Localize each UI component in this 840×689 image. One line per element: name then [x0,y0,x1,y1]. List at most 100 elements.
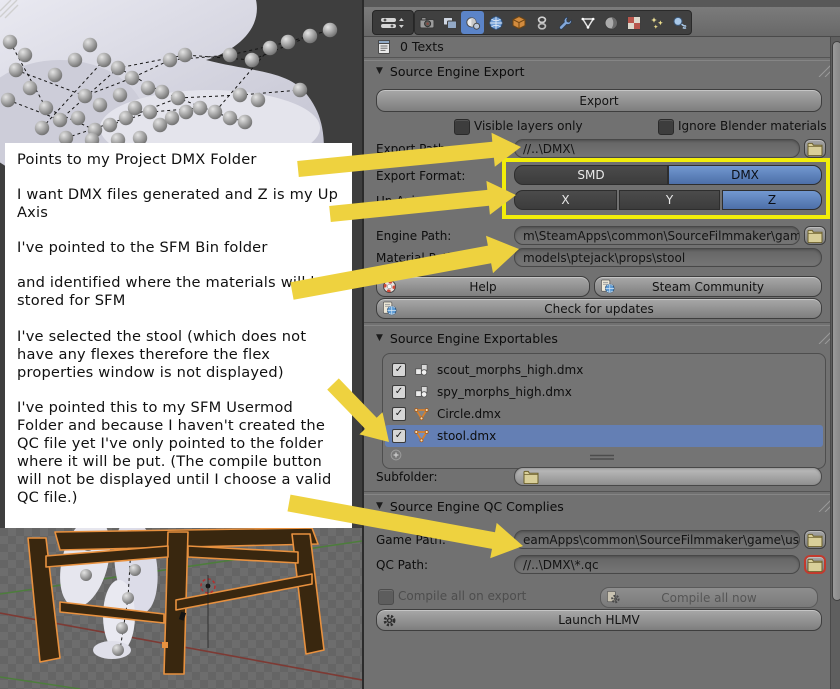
subfolder-field[interactable] [514,467,822,486]
z-label: Z [767,193,777,207]
exportable-checkbox[interactable]: ✓ [392,407,406,421]
editor-type-selector[interactable] [372,10,414,35]
launch-hlmv-button[interactable]: Launch HLMV [376,609,822,631]
visible-layers-checkbox[interactable] [454,119,470,135]
tab-object[interactable] [507,11,530,34]
exportable-row[interactable]: ✓ stool.dmx [385,425,823,447]
add-item-button[interactable] [389,448,403,462]
panel-header-qc-complies[interactable]: ▼ Source Engine QC Complies [376,498,564,514]
panel-corner-icon[interactable] [812,329,832,344]
text-datablock-icon[interactable] [376,39,392,55]
game-path-label: Game Path: [376,532,446,547]
world-icon [488,15,504,31]
steam-community-button[interactable]: Steam Community [594,276,822,297]
divider [364,322,840,326]
qc-path-field[interactable]: //..\DMX\*.qc [514,555,800,574]
game-path-field[interactable]: eamApps\common\SourceFilmmaker\game\user… [514,530,800,549]
properties-header [364,7,840,37]
export-path-browse-button[interactable] [804,139,826,158]
render-icon [419,15,435,31]
note-text: I've pointed this to my SFM Usermod Fold… [17,398,332,507]
panel-header-source-engine-export[interactable]: ▼ Source Engine Export [376,63,525,79]
y-label: Y [665,193,674,207]
resize-grip-icon[interactable] [589,454,615,461]
exportable-row[interactable]: ✓ scout_morphs_high.dmx [385,359,823,381]
folder-icon [807,229,823,243]
material-path-value: models\ptejack\props\stool [523,250,686,265]
folder-icon [807,558,823,572]
mesh-icon [413,428,430,444]
group-icon [413,362,430,378]
updates-label: Check for updates [544,301,654,316]
physics-icon [672,15,688,31]
exportable-row[interactable]: ✓ Circle.dmx [385,403,823,425]
qc-path-label: QC Path: [376,557,429,572]
text-count-label: 0 Texts [400,39,444,54]
engine-path-browse-button[interactable] [804,226,826,245]
help-button[interactable]: Help [376,276,590,297]
engine-path-label: Engine Path: [376,228,452,243]
data-icon [580,15,596,31]
dmx-label: DMX [731,168,759,182]
exportable-name: stool.dmx [437,429,497,443]
engine-path-field[interactable]: m\SteamApps\common\SourceFilmmaker\game\… [514,226,800,245]
export-path-field[interactable]: //..\DMX\ [514,139,800,158]
divider [364,491,840,495]
exportable-checkbox[interactable]: ✓ [392,385,406,399]
axis-z-button[interactable]: Z [722,190,822,210]
material-icon [603,15,619,31]
tab-scene[interactable] [461,11,484,34]
exportable-row[interactable]: ✓ spy_morphs_high.dmx [385,381,823,403]
export-path-value: //..\DMX\ [523,141,575,156]
tab-physics[interactable] [668,11,691,34]
note-text: and identified where the materials will … [17,274,330,310]
tab-constraints[interactable] [530,11,553,34]
format-dmx-button[interactable]: DMX [668,165,822,185]
panel-corner-icon[interactable] [812,62,832,77]
tab-world[interactable] [484,11,507,34]
screenshot-root: Points to my Project DMX Folder I want D… [0,0,840,689]
axis-x-button[interactable]: X [514,190,617,210]
tab-particles[interactable] [645,11,668,34]
compile-all-now-button[interactable]: Compile all now [600,587,818,608]
axis-y-button[interactable]: Y [619,190,720,210]
tab-modifiers[interactable] [553,11,576,34]
engine-path-value: m\SteamApps\common\SourceFilmmaker\game\… [523,228,800,243]
collapse-triangle-icon: ▼ [376,66,383,76]
format-smd-button[interactable]: SMD [514,165,668,185]
export-format-label: Export Format: [376,168,466,183]
exportable-checkbox[interactable]: ✓ [392,363,406,377]
tab-data[interactable] [576,11,599,34]
check-updates-button[interactable]: Check for updates [376,298,822,319]
help-label: Help [469,279,497,294]
game-path-browse-button[interactable] [804,530,826,549]
tab-render[interactable] [415,11,438,34]
panel-title: Source Engine QC Complies [389,498,564,514]
qc-path-browse-button-alert[interactable] [804,555,826,574]
folder-icon [807,142,823,156]
mesh-icon [413,406,430,422]
folder-icon [807,533,823,547]
material-path-field[interactable]: models\ptejack\props\stool [514,248,822,267]
export-button[interactable]: Export [376,89,822,112]
collapse-triangle-icon: ▼ [376,501,383,511]
tab-texture[interactable] [622,11,645,34]
note-text: Points to my Project DMX Folder [17,151,257,168]
compile-on-export-checkbox[interactable] [378,589,394,605]
scrollbar-thumb[interactable] [832,41,840,601]
scrollbar-track[interactable] [830,37,840,689]
exportable-checkbox[interactable]: ✓ [392,429,406,443]
note-text: I want DMX files generated and Z is my U… [17,186,339,222]
tab-material[interactable] [599,11,622,34]
divider [364,57,840,61]
panel-corner-icon[interactable] [812,497,832,512]
export-button-label: Export [579,93,619,108]
tab-render-layers[interactable] [438,11,461,34]
panel-header-exportables[interactable]: ▼ Source Engine Exportables [376,330,558,346]
ignore-materials-checkbox[interactable] [658,119,674,135]
exportable-name: scout_morphs_high.dmx [437,363,584,377]
up-axis-label: Up Axis: [376,193,426,208]
material-path-label: Material Path: [376,250,459,265]
visible-layers-label: Visible layers only [474,119,583,133]
region-top-strip [364,0,840,7]
